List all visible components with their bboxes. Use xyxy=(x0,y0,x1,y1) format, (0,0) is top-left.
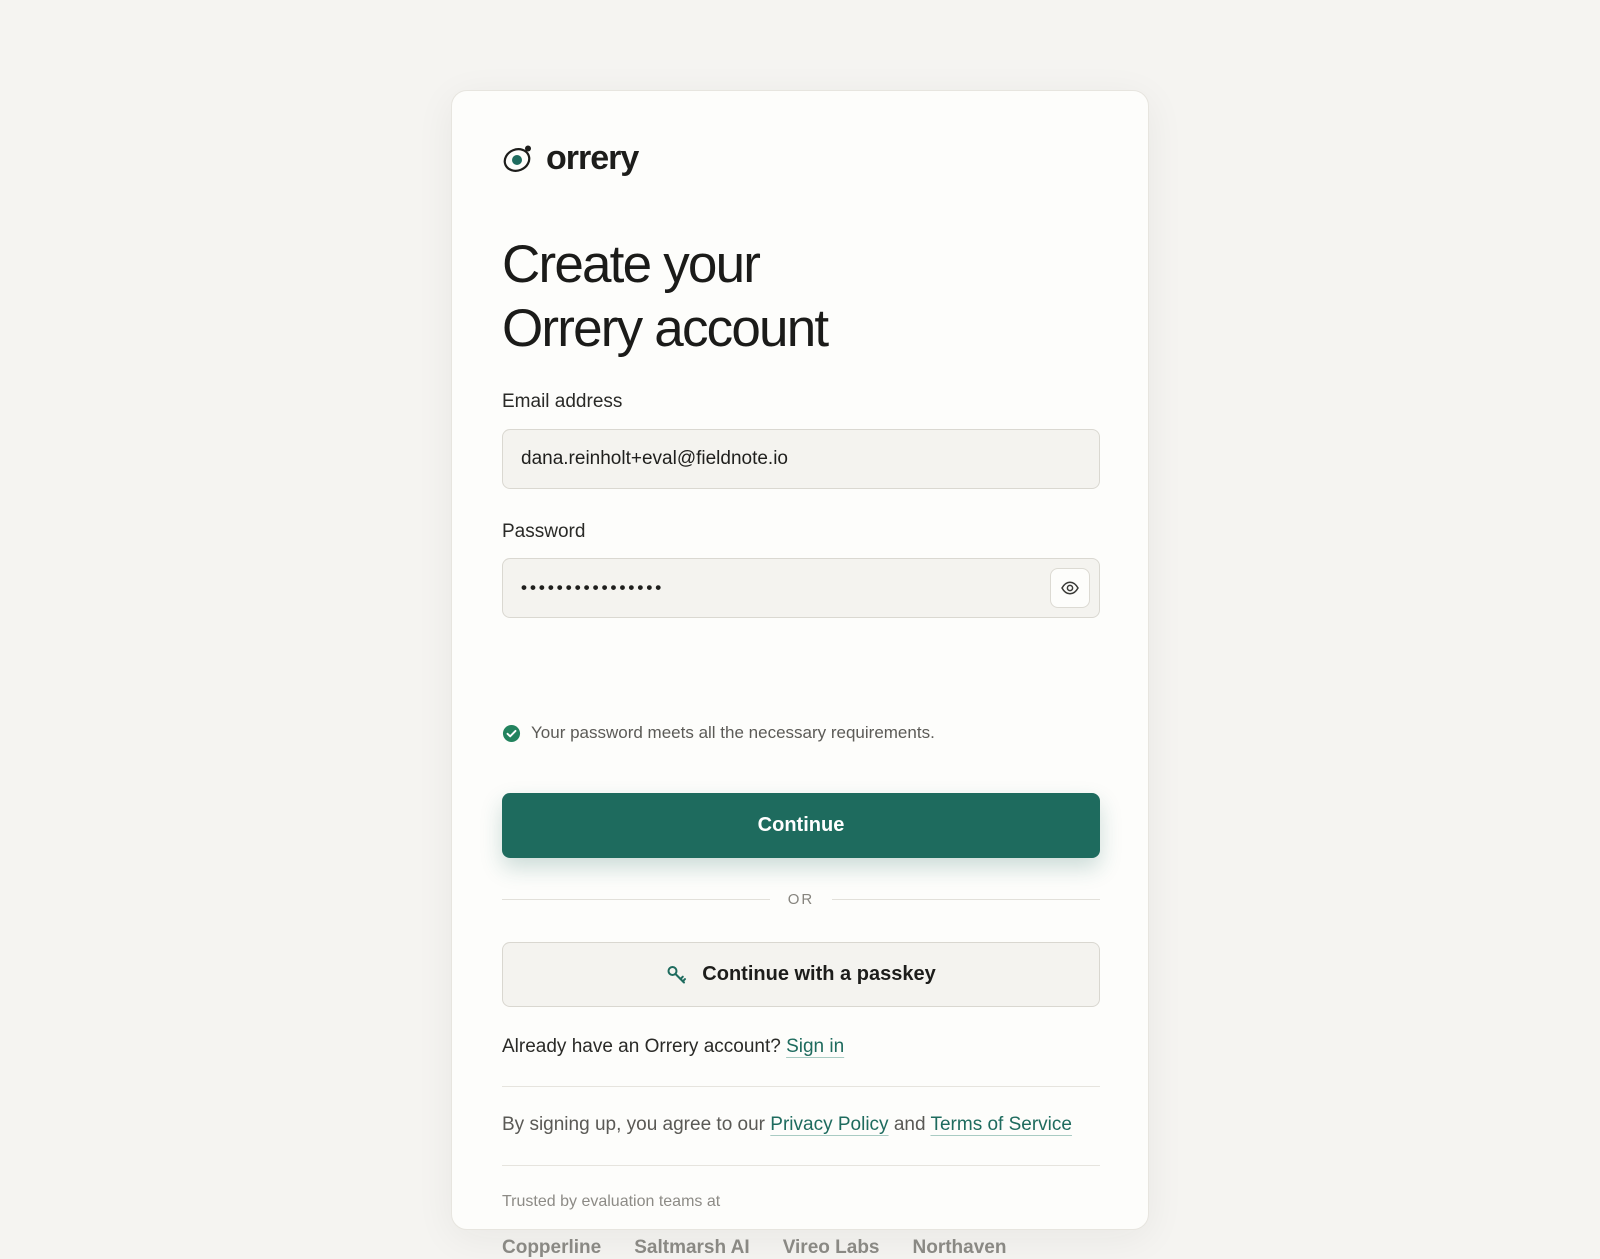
divider-line-right xyxy=(832,898,1100,900)
eye-icon xyxy=(1061,581,1079,595)
signin-prompt: Already have an Orrery account? xyxy=(502,1036,781,1057)
password-hint-text: Your password meets all the necessary re… xyxy=(531,723,935,742)
key-icon xyxy=(667,965,687,983)
brand: orrery xyxy=(502,139,639,178)
divider xyxy=(502,1086,1100,1087)
password-value: •••••••••••••••• xyxy=(521,578,665,597)
or-label: OR xyxy=(787,890,815,908)
password-field[interactable]: •••••••••••••••• xyxy=(502,558,1100,618)
divider xyxy=(502,1165,1100,1166)
divider-line-left xyxy=(502,898,770,900)
terms-prefix: By signing up, you agree to our xyxy=(502,1114,766,1135)
company-logo: Vireo Labs xyxy=(782,1237,880,1258)
passkey-button[interactable]: Continue with a passkey xyxy=(502,942,1100,1007)
company-logo: Copperline xyxy=(502,1237,602,1258)
company-logo: Northaven xyxy=(912,1237,1007,1258)
company-logo: Saltmarsh AI xyxy=(634,1237,750,1258)
email-label: Email address xyxy=(502,391,623,412)
trusted-label: Trusted by evaluation teams at xyxy=(502,1193,721,1210)
terms-of-service-link[interactable]: Terms of Service xyxy=(930,1114,1071,1135)
email-field[interactable]: dana.reinholt+eval@fieldnote.io xyxy=(502,429,1100,489)
page-title-line-1: Create your xyxy=(502,235,761,294)
brand-name: orrery xyxy=(546,139,639,177)
page-title-line-2: Orrery account xyxy=(502,299,829,358)
sign-in-link[interactable]: Sign in xyxy=(786,1036,844,1057)
terms-row: By signing up, you agree to our Privacy … xyxy=(502,1114,1072,1136)
password-hint: Your password meets all the necessary re… xyxy=(502,723,935,743)
page-title: Create your Orrery account xyxy=(502,233,1102,361)
password-label: Password xyxy=(502,521,586,542)
show-password-button[interactable] xyxy=(1050,568,1090,608)
signup-card: orrery Create your Orrery account Email … xyxy=(451,90,1149,1258)
continue-button[interactable]: Continue xyxy=(502,793,1100,858)
privacy-policy-link[interactable]: Privacy Policy xyxy=(770,1114,888,1135)
terms-conjunction: and xyxy=(893,1114,926,1135)
trusted-companies: Copperline Saltmarsh AI Vireo Labs North… xyxy=(502,1237,1006,1259)
passkey-button-label: Continue with a passkey xyxy=(702,963,936,985)
check-circle-icon xyxy=(502,724,521,742)
email-value: dana.reinholt+eval@fieldnote.io xyxy=(521,448,789,469)
or-divider: OR xyxy=(502,889,1100,909)
signin-row: Already have an Orrery account? Sign in xyxy=(502,1036,844,1058)
orbit-logo-icon xyxy=(503,145,531,172)
